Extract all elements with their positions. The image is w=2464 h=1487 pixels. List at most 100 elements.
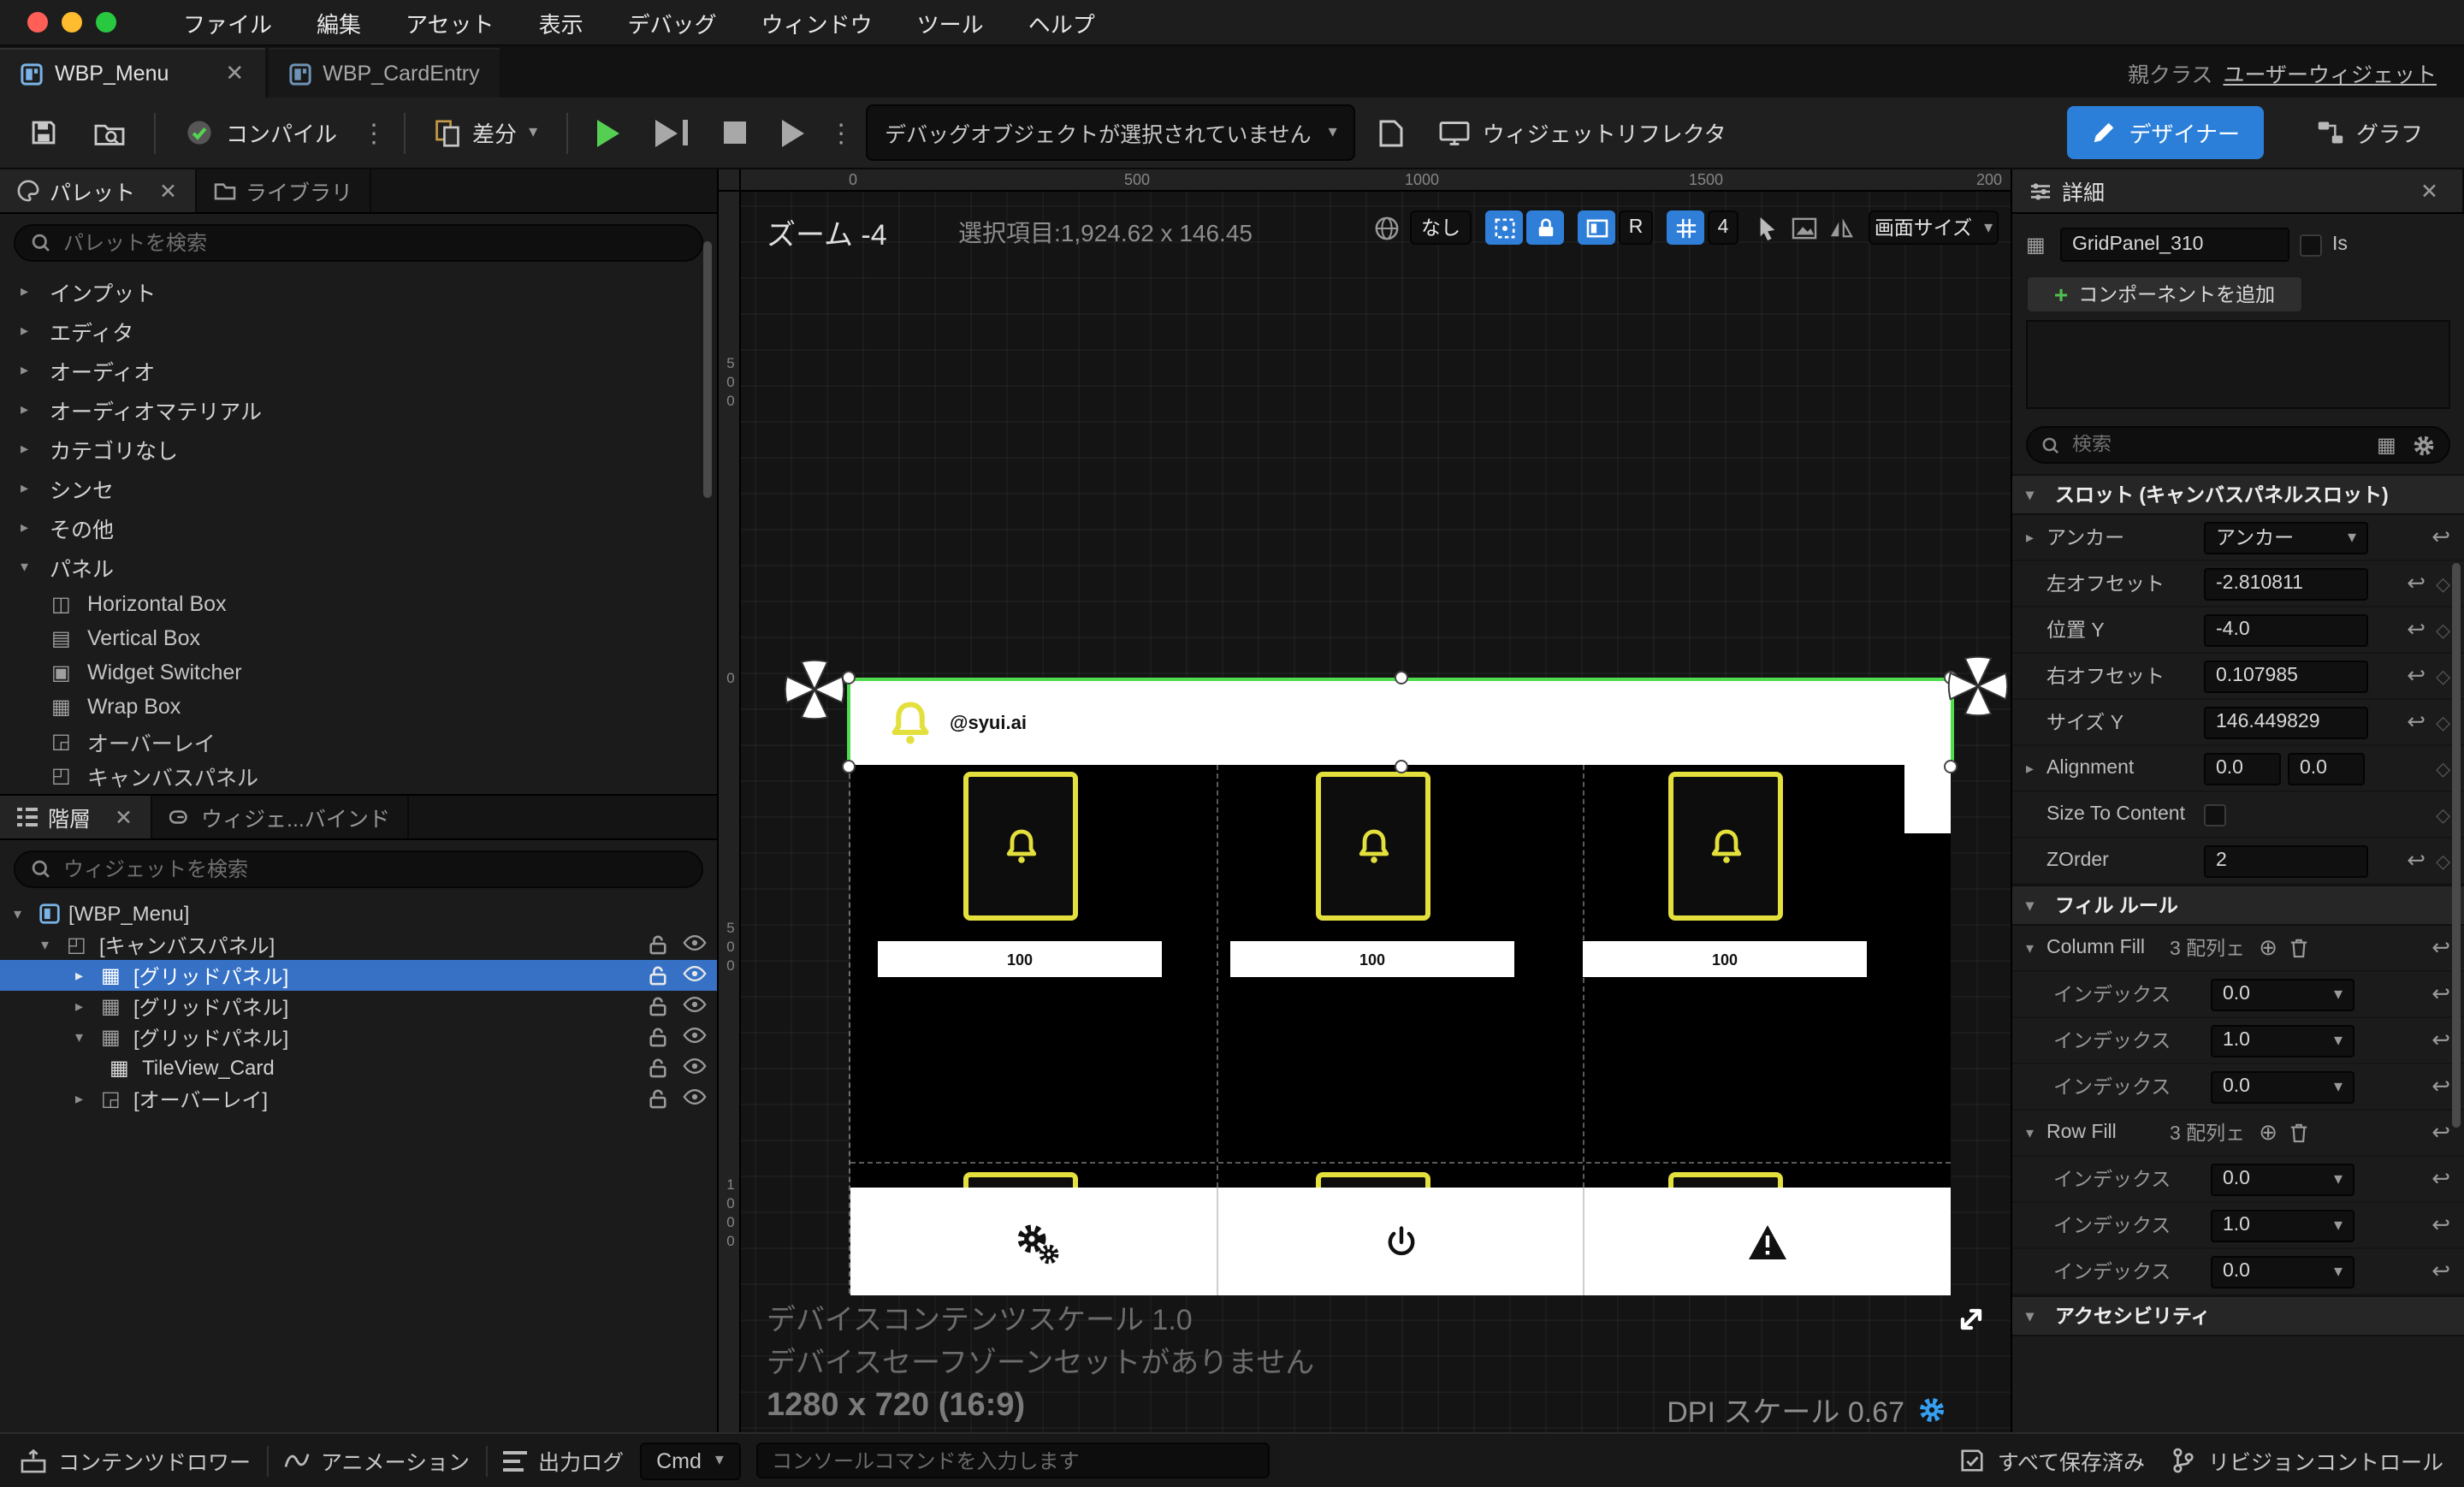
anchor-handle-left-icon[interactable] <box>782 657 847 722</box>
tab-palette[interactable]: パレット ✕ <box>0 169 196 212</box>
row-index-2-dropdown[interactable]: 0.0 ▾ <box>2211 1255 2354 1288</box>
expand-caret[interactable]: ▸ <box>2026 759 2046 778</box>
stop-button[interactable] <box>712 113 758 152</box>
diff-button[interactable]: 差分 ▾ <box>423 108 549 157</box>
designer-mode-button[interactable]: デザイナー <box>2067 106 2264 159</box>
size-to-content-checkbox[interactable] <box>2204 803 2226 826</box>
close-panel-icon[interactable]: ✕ <box>115 804 133 830</box>
lock-icon[interactable] <box>649 1027 667 1047</box>
preview-background-icon[interactable] <box>1786 210 1821 245</box>
revert-icon[interactable]: ↩ <box>2431 1212 2450 1239</box>
column-index-0-dropdown[interactable]: 0.0 ▾ <box>2211 978 2354 1010</box>
expand-caret[interactable]: ▸ <box>2026 528 2046 547</box>
lock-icon[interactable] <box>649 934 667 955</box>
outline-toggle-button[interactable] <box>1578 210 1615 245</box>
palette-group-synth[interactable]: ▸ シンセ <box>0 469 717 508</box>
hierarchy-row-wbp-menu[interactable]: ▾ [WBP_Menu] <box>0 898 717 929</box>
browse-asset-button[interactable] <box>82 110 137 155</box>
palette-group-audio[interactable]: ▸ オーディオ <box>0 351 717 390</box>
revert-icon[interactable]: ↩ <box>2407 662 2426 690</box>
compile-button[interactable]: コンパイル <box>173 108 349 157</box>
minimize-window-button[interactable] <box>62 12 82 33</box>
designed-widget-root[interactable]: @syui.ai 100 100 100 <box>784 655 2009 1295</box>
close-panel-icon[interactable]: ✕ <box>159 178 177 204</box>
palette-item-canvas-panel[interactable]: ◰ キャンバスパネル <box>0 758 717 792</box>
debug-filter-button[interactable] <box>1368 110 1416 155</box>
skip-button[interactable] <box>770 110 816 155</box>
bind-diamond-icon[interactable]: ◇ <box>2436 619 2450 641</box>
lock-icon[interactable] <box>649 996 667 1016</box>
play-button[interactable] <box>585 110 631 155</box>
card-widget[interactable] <box>1316 1172 1430 1188</box>
card-widget[interactable] <box>963 1172 1078 1188</box>
widget-name-input[interactable] <box>2060 228 2289 262</box>
palette-item-overlay[interactable]: ◲ オーバーレイ <box>0 724 717 758</box>
section-fill-rules[interactable]: ▾ フィル ルール <box>2012 885 2464 926</box>
column-index-1-dropdown[interactable]: 1.0 ▾ <box>2211 1024 2354 1057</box>
anchor-handle-right-icon[interactable] <box>1946 654 2011 719</box>
menu-edit[interactable]: 編集 <box>294 6 383 39</box>
revert-icon[interactable]: ↩ <box>2431 934 2450 962</box>
revert-icon[interactable]: ↩ <box>2431 524 2450 551</box>
menu-asset[interactable]: アセット <box>383 6 517 39</box>
settings-gear-icon[interactable] <box>2413 434 2435 456</box>
card-widget[interactable] <box>1668 772 1783 921</box>
hierarchy-row-tileview-card[interactable]: ▦ TileView_Card <box>0 1052 717 1083</box>
step-button[interactable] <box>643 110 700 155</box>
revert-icon[interactable]: ↩ <box>2407 847 2426 874</box>
palette-item-widget-switcher[interactable]: ▣ Widget Switcher <box>0 655 717 690</box>
visibility-eye-icon[interactable] <box>683 934 707 955</box>
lock-aspect-button[interactable] <box>1526 210 1564 245</box>
dpi-scale-indicator[interactable]: DPI スケール 0.67 <box>1667 1388 1946 1431</box>
trash-icon[interactable] <box>2289 1123 2308 1143</box>
animation-button[interactable]: アニメーション <box>283 1444 470 1477</box>
alert-cell[interactable] <box>1585 1188 1951 1295</box>
output-log-button[interactable]: 出力ログ <box>502 1444 624 1477</box>
card-widget[interactable] <box>963 772 1078 921</box>
hierarchy-row-overlay[interactable]: ▸ ◲ [オーバーレイ] <box>0 1083 717 1114</box>
menu-debug[interactable]: デバッグ <box>606 6 739 39</box>
tab-widget-bind[interactable]: ウィジェ...バインド <box>151 796 409 838</box>
resize-handle[interactable] <box>1944 760 1958 773</box>
bind-diamond-icon[interactable]: ◇ <box>2436 665 2450 687</box>
close-panel-icon[interactable]: ✕ <box>2420 178 2445 204</box>
palette-group-other[interactable]: ▸ その他 <box>0 508 717 548</box>
hierarchy-row-grid-panel-3[interactable]: ▾ ▦ [グリッドパネル] <box>0 1022 717 1052</box>
revert-icon[interactable]: ↩ <box>2431 980 2450 1008</box>
visibility-eye-icon[interactable] <box>683 1088 707 1109</box>
bind-diamond-icon[interactable]: ◇ <box>2436 711 2450 733</box>
hierarchy-row-grid-panel-2[interactable]: ▸ ▦ [グリッドパネル] <box>0 991 717 1022</box>
add-element-icon[interactable]: ⊕ <box>2259 934 2277 962</box>
debug-object-dropdown[interactable]: デバッグオブジェクトが選択されていません ▾ <box>866 104 1356 161</box>
palette-item-vertical-box[interactable]: ▤ Vertical Box <box>0 621 717 655</box>
designer-viewport[interactable]: 0 500 1000 1500 200 500 0 500 1000 ズーム -… <box>719 169 2011 1432</box>
alignment-y-input[interactable]: 0.0 <box>2288 752 2365 785</box>
grid-snap-value[interactable]: 4 <box>1708 210 1738 245</box>
zoom-window-button[interactable] <box>96 12 116 33</box>
card-widget[interactable] <box>1316 772 1430 921</box>
console-command-input[interactable] <box>755 1443 1270 1478</box>
tab-library[interactable]: ライブラリ <box>196 169 372 212</box>
palette-search-input[interactable] <box>63 231 686 255</box>
hierarchy-search-input[interactable] <box>63 857 686 881</box>
column-index-2-dropdown[interactable]: 0.0 ▾ <box>2211 1070 2354 1103</box>
palette-item-wrap-box[interactable]: ▦ Wrap Box <box>0 690 717 724</box>
palette-scrollbar[interactable] <box>703 241 712 498</box>
flip-preview-icon[interactable] <box>1824 210 1858 245</box>
bind-diamond-icon[interactable]: ◇ <box>2436 850 2450 872</box>
visibility-eye-icon[interactable] <box>683 1057 707 1078</box>
dpi-gear-icon[interactable] <box>1918 1395 1946 1423</box>
revert-icon[interactable]: ↩ <box>2407 616 2426 643</box>
widget-reflector-button[interactable]: ウィジェットリフレクタ <box>1428 108 1738 157</box>
palette-group-panel[interactable]: ▾ パネル <box>0 548 717 587</box>
localization-none-button[interactable]: なし <box>1410 210 1472 245</box>
revert-icon[interactable]: ↩ <box>2431 1073 2450 1100</box>
visibility-eye-icon[interactable] <box>683 965 707 986</box>
resize-handle[interactable] <box>1395 760 1408 773</box>
details-search-input[interactable] <box>2072 435 2365 455</box>
row-index-1-dropdown[interactable]: 1.0 ▾ <box>2211 1209 2354 1241</box>
bind-diamond-icon[interactable]: ◇ <box>2436 803 2450 826</box>
tab-details[interactable]: 詳細 ✕ <box>2012 169 2464 212</box>
close-tab-icon[interactable]: ✕ <box>225 60 244 87</box>
lock-icon[interactable] <box>649 965 667 986</box>
